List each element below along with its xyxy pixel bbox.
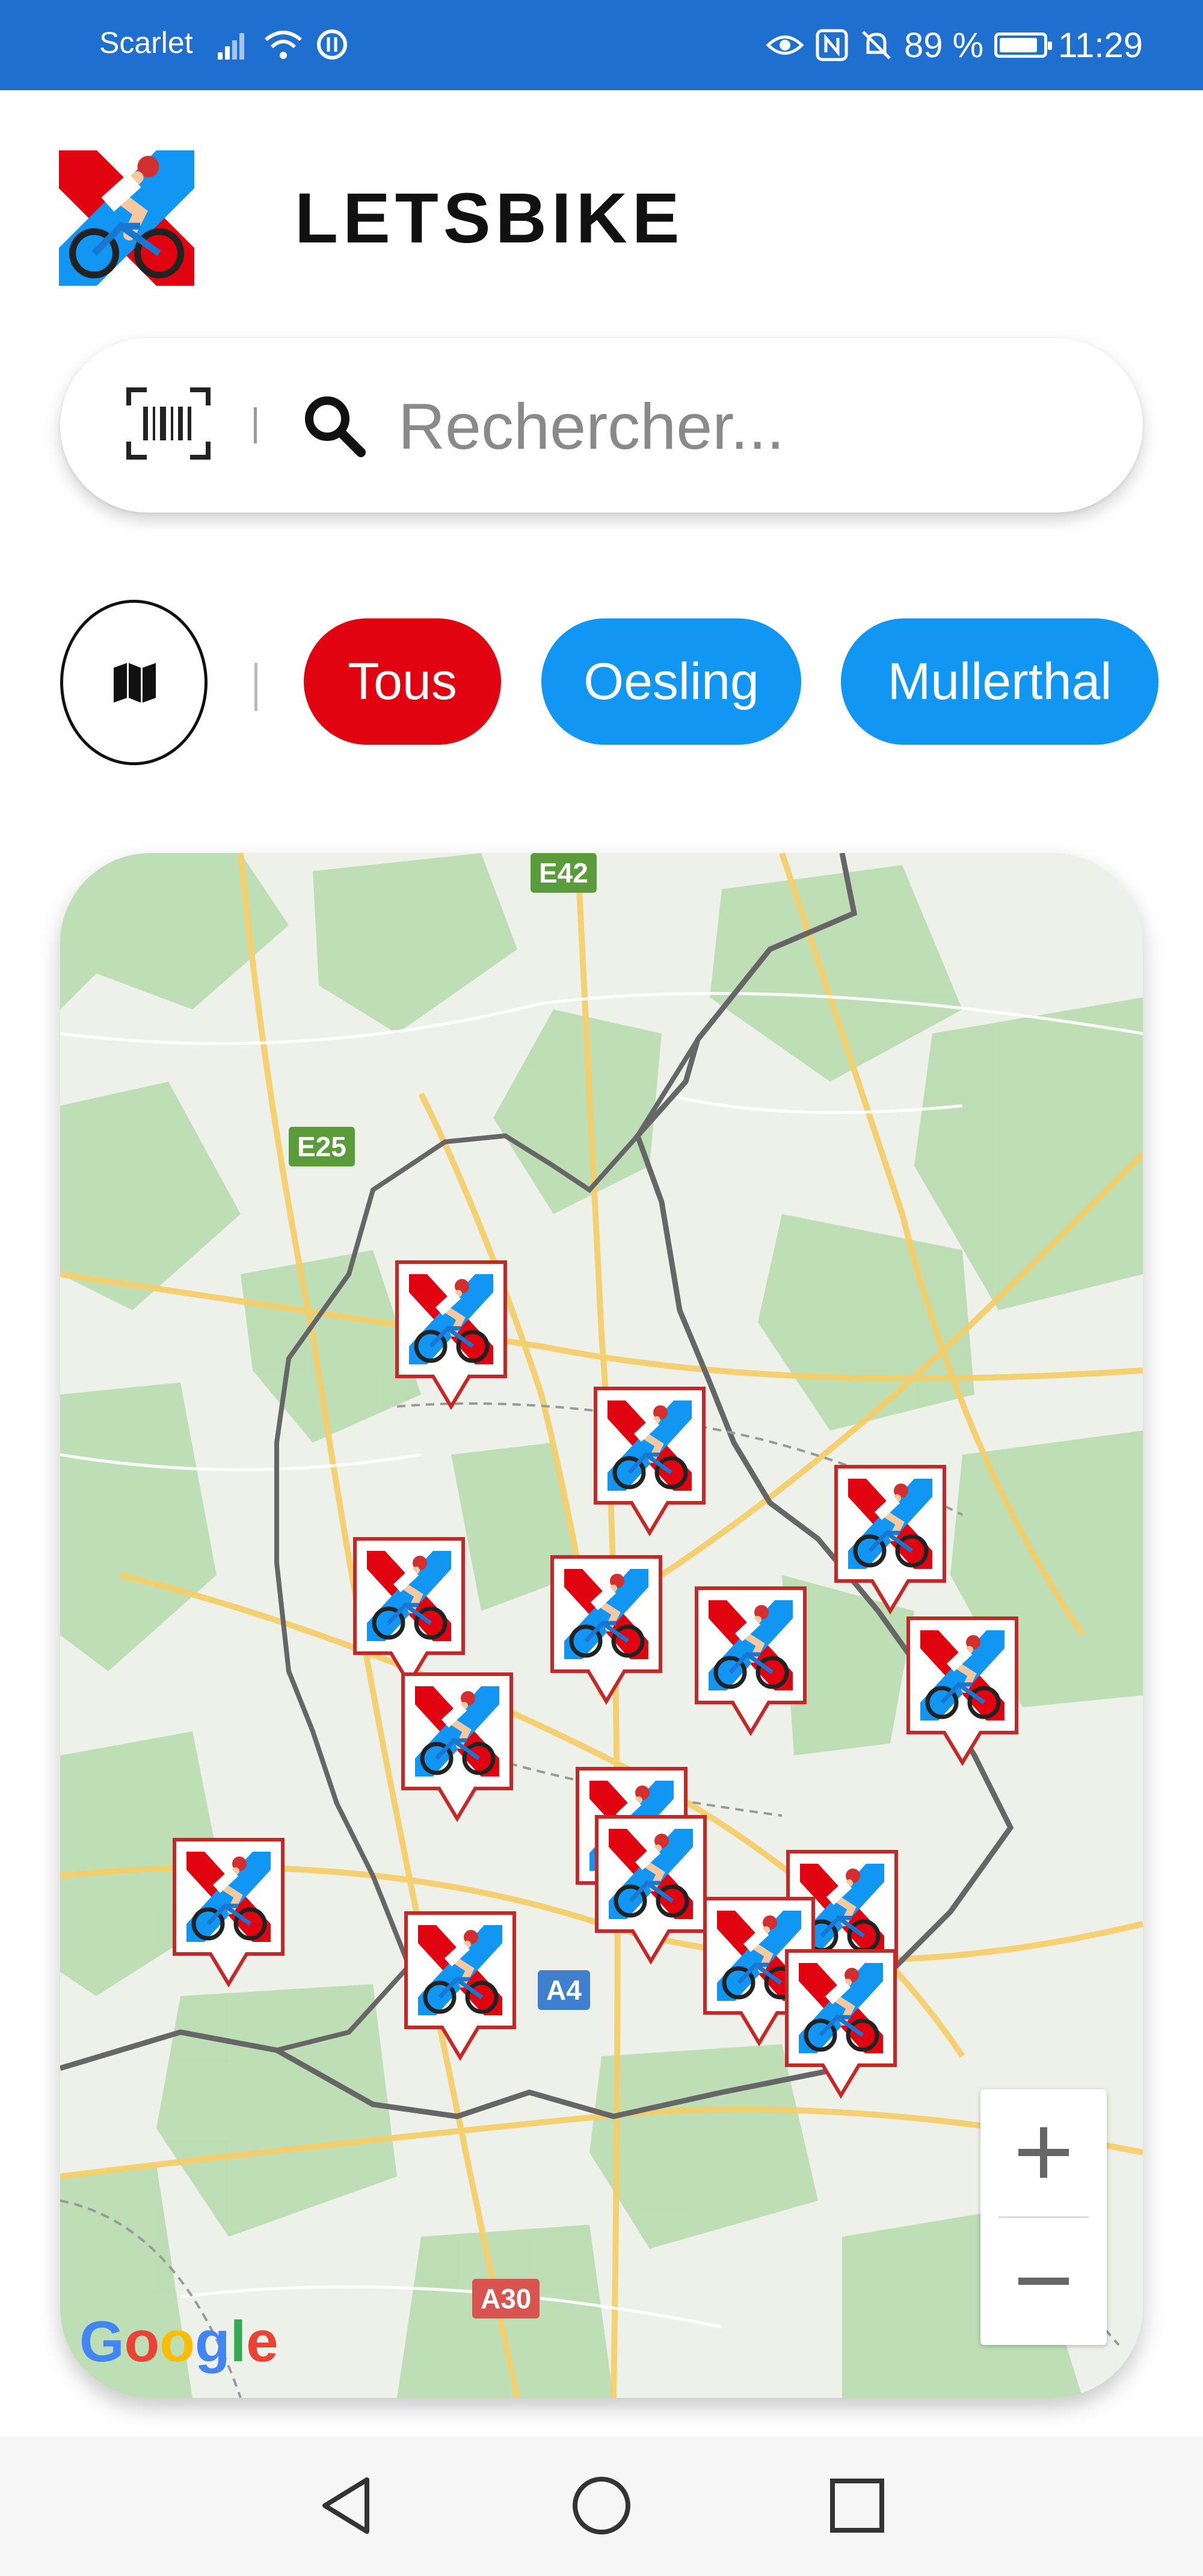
- map-marker-pin[interactable]: [691, 1582, 811, 1745]
- back-triangle-icon[interactable]: [307, 2467, 385, 2545]
- map-marker-pin[interactable]: [391, 1256, 511, 1419]
- cyclist-logo-icon: [59, 150, 194, 286]
- map-marker-pin[interactable]: [830, 1461, 950, 1623]
- google-attribution: Google: [79, 2309, 278, 2374]
- map-icon: [114, 663, 156, 703]
- search-input[interactable]: [397, 386, 1091, 466]
- map-marker-pin[interactable]: [589, 1382, 710, 1545]
- filter-chip-oesling[interactable]: Oesling: [541, 618, 801, 745]
- map-toggle-button[interactable]: [60, 600, 208, 765]
- map-view[interactable]: E42 E25 A4 A30 Google: [60, 853, 1143, 2398]
- map-marker-pin[interactable]: [591, 1811, 711, 1973]
- system-nav-bar: [0, 2436, 1203, 2576]
- zoom-out-button[interactable]: [980, 2218, 1107, 2344]
- road-label-a4: A4: [538, 1970, 590, 2010]
- search-bar: [60, 338, 1143, 513]
- map-marker-pin[interactable]: [400, 1907, 520, 2069]
- data-saver-icon: [317, 29, 347, 60]
- map-marker-pin[interactable]: [168, 1834, 289, 1996]
- zoom-controls: [980, 2089, 1107, 2345]
- nfc-icon: [816, 29, 848, 61]
- filter-divider: [254, 663, 257, 711]
- carrier-name: Scarlet: [99, 26, 193, 60]
- battery-icon: [994, 32, 1053, 58]
- map-marker-pin[interactable]: [546, 1551, 666, 1713]
- plus-icon: [1018, 2127, 1069, 2178]
- mute-icon: [862, 31, 891, 60]
- eye-comfort-icon: [766, 35, 804, 55]
- map-marker-pin[interactable]: [397, 1668, 517, 1831]
- road-label-e42: E42: [531, 853, 597, 893]
- clock: 11:29: [1058, 25, 1143, 65]
- filter-chip-mullerthal[interactable]: Mullerthal: [841, 618, 1158, 745]
- recents-square-icon[interactable]: [818, 2467, 896, 2545]
- search-icon: [305, 396, 366, 457]
- filter-chip-tous[interactable]: Tous: [304, 618, 501, 745]
- road-label-a30: A30: [472, 2279, 540, 2319]
- app-title: LETSBIKE: [295, 179, 685, 258]
- road-label-e25: E25: [289, 1127, 355, 1166]
- zoom-in-button[interactable]: [980, 2089, 1107, 2216]
- wifi-icon: [265, 31, 302, 59]
- battery-percent: 89 %: [903, 25, 984, 65]
- barcode-scan-icon[interactable]: [126, 387, 211, 460]
- signal-icon: [218, 33, 244, 60]
- map-marker-pin[interactable]: [781, 1945, 901, 2107]
- search-divider: [254, 407, 257, 443]
- map-marker-pin[interactable]: [902, 1612, 1023, 1775]
- status-bar: Scarlet 89 % 11:29: [0, 0, 1203, 90]
- minus-icon: [1018, 2278, 1069, 2285]
- home-circle-icon[interactable]: [562, 2467, 641, 2545]
